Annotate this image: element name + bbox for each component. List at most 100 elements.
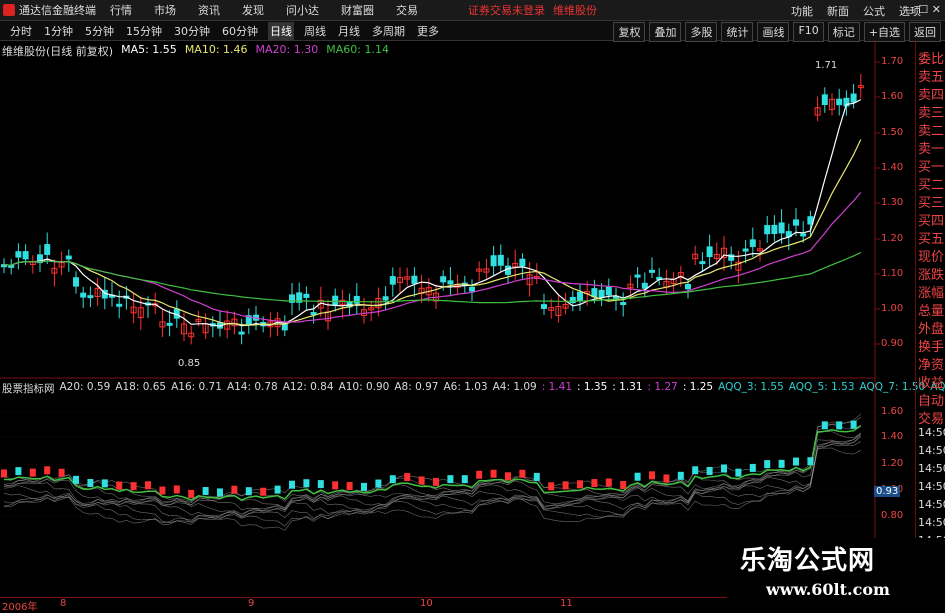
ma20-label: MA20: 1.30 [255, 43, 319, 56]
indicator-bar [145, 481, 151, 490]
watermark-url: www.60lt.com [766, 580, 890, 599]
indicator-bar [620, 481, 627, 490]
side-panel-item: 涨跌 [918, 268, 945, 283]
candle-body [303, 293, 310, 298]
indicator-bar [101, 479, 108, 488]
indicator-bar [375, 479, 382, 488]
indicator-bar [289, 480, 295, 489]
high-price-label: 1.71 [815, 60, 837, 71]
candle-body [641, 282, 648, 289]
indicator-bar [605, 478, 612, 487]
candle-body [411, 275, 418, 284]
candle-body [821, 94, 828, 105]
indicator-bar [317, 480, 324, 489]
candle-body [620, 302, 627, 306]
indicator-bar [677, 471, 684, 480]
indicator-label: AQQ_5: 1.53 [788, 381, 855, 393]
candle-body [742, 248, 749, 252]
candle-body [332, 295, 339, 305]
indicator-label: A16: 0.71 [171, 381, 222, 393]
indicator-fan-line [3, 430, 861, 512]
indicator-label: A14: 0.78 [226, 381, 278, 393]
indicator-bar [476, 470, 483, 479]
indicator-bar [807, 457, 814, 466]
candle-body [764, 225, 771, 235]
indicator-bar [303, 479, 310, 488]
candle-body [519, 258, 526, 267]
indicator-bar [764, 460, 771, 469]
indicator-label: : 1.27 [647, 381, 678, 393]
candle-body [598, 289, 605, 298]
price-tick: 1.00 [881, 303, 904, 314]
indicator-bar [217, 488, 223, 497]
side-panel-item: 买一 [918, 160, 945, 175]
indicator-bar [519, 469, 526, 478]
indicator-bar [562, 481, 569, 490]
candle-body [685, 284, 691, 290]
candle-body [850, 93, 857, 103]
date-tick: 8 [60, 598, 67, 609]
low-price-label: 0.85 [178, 358, 200, 369]
indicator-bar [58, 468, 65, 477]
indicator-bar [850, 420, 857, 429]
side-panel-item: 买三 [918, 196, 945, 211]
indicator-bar [332, 481, 339, 490]
indicator-bar [159, 486, 166, 495]
date-tick: 11 [560, 598, 573, 609]
candle-body [605, 286, 612, 296]
ma60-label: MA60: 1.14 [326, 43, 389, 56]
side-panel-item: 自动 [918, 394, 945, 409]
side-panel-item: 委比 [918, 52, 945, 67]
indicator-label: A8: 0.97 [394, 381, 439, 393]
date-tick: 2006年 [2, 602, 38, 613]
indicator-bar [202, 487, 209, 496]
candle-body [541, 304, 547, 309]
candle-body [505, 265, 511, 275]
candle-body [490, 255, 497, 267]
candle-body [80, 292, 87, 298]
indicator-bar [735, 468, 742, 477]
indicator-bar [749, 463, 756, 472]
side-panel-item: 14:50 [918, 516, 945, 529]
date-tick: 10 [420, 598, 433, 609]
candle-body [577, 291, 583, 302]
indicator-bar [188, 489, 195, 498]
indicator-bar [533, 472, 540, 481]
indicator-label: AQQ_3: 1.55 [718, 381, 784, 393]
candle-body [836, 98, 843, 106]
side-panel-item: 净资 [918, 358, 945, 373]
candle-body [87, 295, 94, 299]
indicator-bar [634, 472, 641, 481]
side-panel-item: 收益 [918, 376, 945, 391]
indicator-label: A18: 0.65 [115, 381, 167, 393]
indicator-bar [490, 469, 497, 478]
indicator-bar [836, 421, 843, 430]
indicator-bar [821, 421, 828, 430]
kline-chart[interactable]: 1.71 0.85 [0, 0, 945, 609]
indicator-label: : 1.25 [682, 381, 714, 393]
candle-body [793, 219, 799, 226]
indicator-legend: 股票指标网 A20: 0.59 A18: 0.65 A16: 0.71 A14: 0.… [2, 381, 945, 396]
indicator-bar [404, 473, 411, 482]
indicator-bar [447, 475, 454, 484]
side-panel-item: 卖三 [918, 106, 945, 121]
side-panel-item: 总量 [918, 304, 945, 319]
indicator-bar [274, 485, 281, 494]
indicator-tick: 1.40 [881, 431, 904, 442]
side-panel-item: 卖四 [918, 88, 945, 103]
indicator-bar [260, 487, 267, 496]
side-panel-item: 卖一 [918, 142, 945, 157]
indicator-bar [663, 474, 670, 483]
indicator-bar [433, 477, 439, 486]
indicator-label: : 1.41 [541, 381, 573, 393]
price-tick: 1.30 [881, 197, 904, 208]
indicator-label: A20: 0.59 [59, 381, 111, 393]
candle-body [22, 251, 29, 260]
indicator-bar [706, 466, 713, 475]
candle-body [166, 322, 173, 326]
price-tick: 1.10 [881, 268, 904, 279]
candle-body [65, 255, 72, 260]
candle-body [771, 224, 778, 235]
candle-body [699, 261, 706, 265]
candle-body [634, 274, 641, 278]
